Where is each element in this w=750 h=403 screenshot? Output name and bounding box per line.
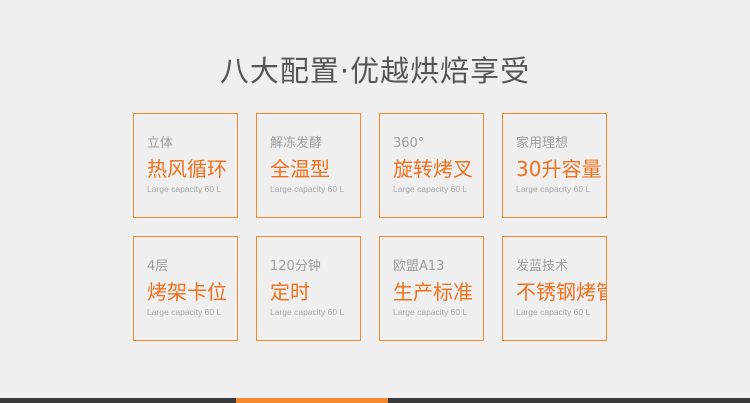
feature-title: 烤架卡位 xyxy=(147,280,227,304)
feature-subtitle: 发蓝技术 xyxy=(516,259,569,274)
feature-title: 旋转烤叉 xyxy=(393,157,473,181)
feature-caption: Large capacity 60 L xyxy=(270,307,345,317)
feature-subtitle: 120分钟 xyxy=(270,259,321,274)
feature-title: 生产标准 xyxy=(393,280,473,304)
feature-card-full-temp: 解冻发酵 全温型 Large capacity 60 L xyxy=(256,113,361,218)
feature-caption: Large capacity 60 L xyxy=(393,184,468,194)
feature-card-rotisserie: 360° 旋转烤叉 Large capacity 60 L xyxy=(379,113,484,218)
feature-subtitle: 家用理想 xyxy=(516,136,569,151)
feature-title: 30升容量 xyxy=(516,157,602,181)
feature-subtitle: 解冻发酵 xyxy=(270,136,323,151)
feature-title: 不锈钢烤管 xyxy=(516,280,607,304)
bottom-accent-bar xyxy=(236,398,388,403)
feature-card-hot-air: 立体 热风循环 Large capacity 60 L xyxy=(133,113,238,218)
feature-title: 全温型 xyxy=(270,157,330,181)
feature-caption: Large capacity 60 L xyxy=(147,307,222,317)
feature-card-heating-tube: 发蓝技术 不锈钢烤管 Large capacity 60 L xyxy=(502,236,607,341)
feature-subtitle: 360° xyxy=(393,136,425,151)
feature-grid: 立体 热风循环 Large capacity 60 L 解冻发酵 全温型 Lar… xyxy=(133,113,609,341)
feature-card-rack-positions: 4层 烤架卡位 Large capacity 60 L xyxy=(133,236,238,341)
feature-subtitle: 4层 xyxy=(147,259,169,274)
feature-title: 定时 xyxy=(270,280,310,304)
feature-caption: Large capacity 60 L xyxy=(516,184,591,194)
feature-caption: Large capacity 60 L xyxy=(147,184,222,194)
page-title: 八大配置·优越烘焙享受 xyxy=(219,54,531,88)
feature-caption: Large capacity 60 L xyxy=(270,184,345,194)
feature-caption: Large capacity 60 L xyxy=(393,307,468,317)
feature-card-timer: 120分钟 定时 Large capacity 60 L xyxy=(256,236,361,341)
feature-caption: Large capacity 60 L xyxy=(516,307,591,317)
feature-title: 热风循环 xyxy=(147,157,227,181)
feature-card-capacity: 家用理想 30升容量 Large capacity 60 L xyxy=(502,113,607,218)
feature-card-standard: 欧盟A13 生产标准 Large capacity 60 L xyxy=(379,236,484,341)
feature-subtitle: 欧盟A13 xyxy=(393,259,445,274)
feature-subtitle: 立体 xyxy=(147,136,174,151)
